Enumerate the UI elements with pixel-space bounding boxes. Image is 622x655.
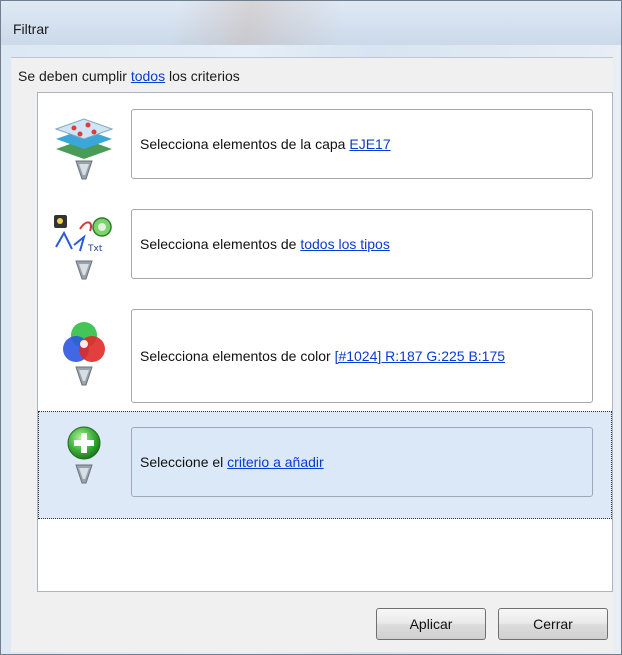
dialog-body: Se deben cumplir todos los criterios Sel… xyxy=(11,57,613,652)
svg-text:Txt: Txt xyxy=(87,244,103,254)
apply-button[interactable]: Aplicar xyxy=(376,608,486,640)
criteria-mode-text: Se deben cumplir todos los criterios xyxy=(18,68,240,84)
criterion-text-add: Seleccione el xyxy=(140,454,224,470)
criterion-row-layer[interactable]: Selecciona elementos de la capa EJE17 xyxy=(38,103,612,205)
criterion-text-types: Selecciona elementos de xyxy=(140,236,297,252)
element-types-filter-icon: Txt xyxy=(54,215,112,280)
criterion-text-layer: Selecciona elementos de la capa xyxy=(140,136,346,152)
criterion-card-add[interactable]: Seleccione el criterio a añadir xyxy=(131,427,593,497)
criterion-card-types[interactable]: Selecciona elementos de todos los tipos xyxy=(131,209,593,279)
close-button[interactable]: Cerrar xyxy=(498,608,608,640)
color-link[interactable]: [#1024] R:187 G:225 B:175 xyxy=(335,348,505,364)
add-criterion-icon xyxy=(67,426,101,484)
criterion-row-add[interactable]: Seleccione el criterio a añadir xyxy=(38,411,612,519)
types-link[interactable]: todos los tipos xyxy=(300,236,390,252)
criterion-row-types[interactable]: Txt Selecciona elementos de todos los ti… xyxy=(38,205,612,307)
criterion-card-layer[interactable]: Selecciona elementos de la capa EJE17 xyxy=(131,109,593,179)
criterion-card-color[interactable]: Selecciona elementos de color [#1024] R:… xyxy=(131,309,593,403)
criteria-list[interactable]: Selecciona elementos de la capa EJE17 Tx… xyxy=(37,92,613,592)
layer-link[interactable]: EJE17 xyxy=(349,136,390,152)
layers-filter-icon xyxy=(54,118,114,180)
criterion-text-color: Selecciona elementos de color xyxy=(140,348,331,364)
add-criterion-link[interactable]: criterio a añadir xyxy=(227,454,324,470)
criteria-mode-prefix: Se deben cumplir xyxy=(18,68,131,84)
criteria-mode-link[interactable]: todos xyxy=(131,68,165,84)
criterion-row-color[interactable]: Selecciona elementos de color [#1024] R:… xyxy=(38,307,612,409)
rgb-color-filter-icon xyxy=(63,322,105,386)
title-bar[interactable]: Filtrar xyxy=(1,1,621,45)
window-title: Filtrar xyxy=(13,21,49,37)
criteria-mode-suffix: los criterios xyxy=(165,68,240,84)
filter-dialog: Filtrar Se deben cumplir todos los crite… xyxy=(0,0,622,655)
